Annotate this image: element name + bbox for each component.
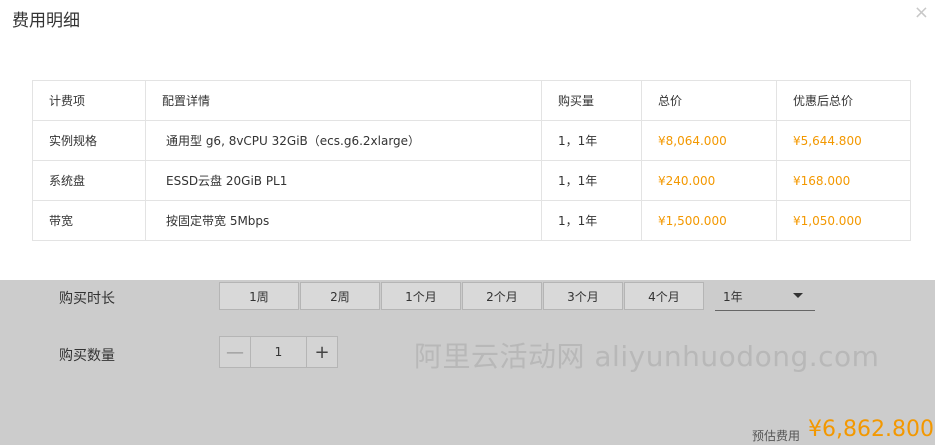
caret-down-icon: [793, 293, 803, 298]
table-row: 带宽 按固定带宽 5Mbps 1，1年 ¥1,500.000 ¥1,050.00…: [32, 200, 911, 241]
col-header-item: 计费项: [32, 80, 146, 121]
year-select[interactable]: 1年: [715, 282, 815, 311]
cell-discounted: ¥168.000: [776, 160, 911, 201]
quantity-stepper: — 1 +: [219, 336, 338, 368]
cell-discounted: ¥1,050.000: [776, 200, 911, 241]
modal-title: 费用明细: [12, 11, 80, 31]
col-header-discounted: 优惠后总价: [776, 80, 911, 121]
close-icon[interactable]: ×: [914, 4, 929, 22]
duration-options: 1周 2周 1个月 2个月 3个月 4个月: [219, 282, 705, 310]
quantity-label: 购买数量: [59, 348, 115, 364]
estimate-label: 预估费用: [752, 429, 801, 443]
cell-discounted: ¥5,644.800: [776, 120, 911, 161]
fee-detail-modal: 费用明细 × 计费项 配置详情 购买量 总价 优惠后总价 实例规格 通用型 g6…: [0, 0, 935, 280]
cell-total: ¥240.000: [641, 160, 777, 201]
year-select-value: 1年: [723, 290, 743, 304]
cell-total: ¥8,064.000: [641, 120, 777, 161]
duration-option-3m[interactable]: 3个月: [543, 282, 623, 310]
table-header-row: 计费项 配置详情 购买量 总价 优惠后总价: [32, 80, 911, 121]
estimate-price: ¥6,862.800: [808, 417, 934, 442]
duration-option-2m[interactable]: 2个月: [462, 282, 542, 310]
table-row: 系统盘 ESSD云盘 20GiB PL1 1，1年 ¥240.000 ¥168.…: [32, 160, 911, 201]
cell-item: 系统盘: [32, 160, 146, 201]
cell-detail: 通用型 g6, 8vCPU 32GiB（ecs.g6.2xlarge）: [145, 120, 542, 161]
cell-total: ¥1,500.000: [641, 200, 777, 241]
minus-icon[interactable]: —: [220, 337, 251, 367]
plus-icon[interactable]: +: [306, 337, 337, 367]
table-row: 实例规格 通用型 g6, 8vCPU 32GiB（ecs.g6.2xlarge）…: [32, 120, 911, 161]
cell-detail: 按固定带宽 5Mbps: [145, 200, 542, 241]
col-header-qty: 购买量: [541, 80, 642, 121]
cell-qty: 1，1年: [541, 120, 642, 161]
duration-option-1w[interactable]: 1周: [219, 282, 299, 310]
cell-qty: 1，1年: [541, 160, 642, 201]
cell-item: 实例规格: [32, 120, 146, 161]
duration-option-2w[interactable]: 2周: [300, 282, 380, 310]
fee-table: 计费项 配置详情 购买量 总价 优惠后总价 实例规格 通用型 g6, 8vCPU…: [32, 80, 911, 241]
duration-label: 购买时长: [59, 291, 115, 307]
watermark: 阿里云活动网 aliyunhuodong.com: [414, 340, 880, 373]
duration-option-1m[interactable]: 1个月: [381, 282, 461, 310]
cell-item: 带宽: [32, 200, 146, 241]
duration-option-4m[interactable]: 4个月: [624, 282, 704, 310]
quantity-value[interactable]: 1: [251, 337, 306, 367]
cell-qty: 1，1年: [541, 200, 642, 241]
cell-detail: ESSD云盘 20GiB PL1: [145, 160, 542, 201]
dimmed-page-overlay: 购买时长 1周 2周 1个月 2个月 3个月 4个月 1年 购买数量 — 1 +…: [0, 280, 935, 445]
col-header-total: 总价: [641, 80, 777, 121]
col-header-detail: 配置详情: [145, 80, 542, 121]
